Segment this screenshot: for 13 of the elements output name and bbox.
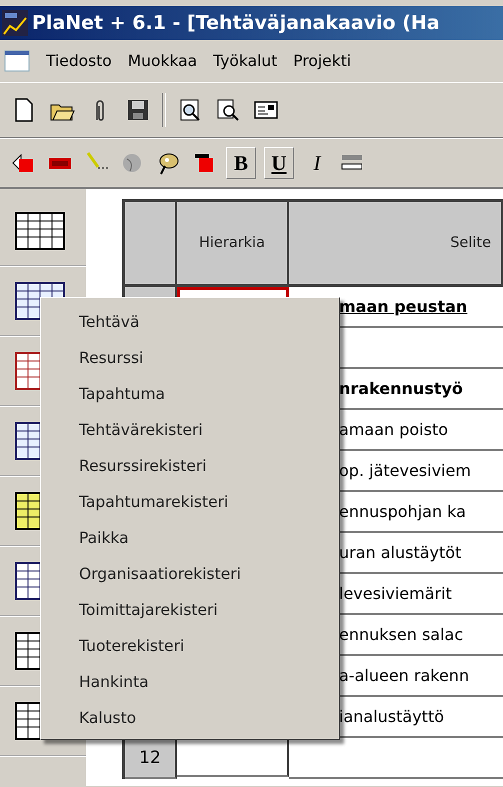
table-icon[interactable] <box>14 211 66 251</box>
format-button[interactable]: B <box>226 147 256 179</box>
menu-item[interactable]: Työkalut <box>213 52 278 70</box>
column-header[interactable]: Selite <box>289 202 503 287</box>
menu-item[interactable]: Projekti <box>293 52 352 70</box>
format-button[interactable]: U <box>264 147 294 179</box>
window-icon[interactable] <box>4 49 30 73</box>
menu-item[interactable]: Muokkaa <box>128 52 198 70</box>
menu-item[interactable]: Tiedosto <box>46 52 112 70</box>
window-title: PlaNet + 6.1 - [Tehtäväjanakaavio (Ha <box>32 12 440 34</box>
row-header[interactable]: 12 <box>125 738 177 779</box>
app-icon <box>2 10 28 36</box>
column-header[interactable]: Hierarkia <box>177 202 289 287</box>
